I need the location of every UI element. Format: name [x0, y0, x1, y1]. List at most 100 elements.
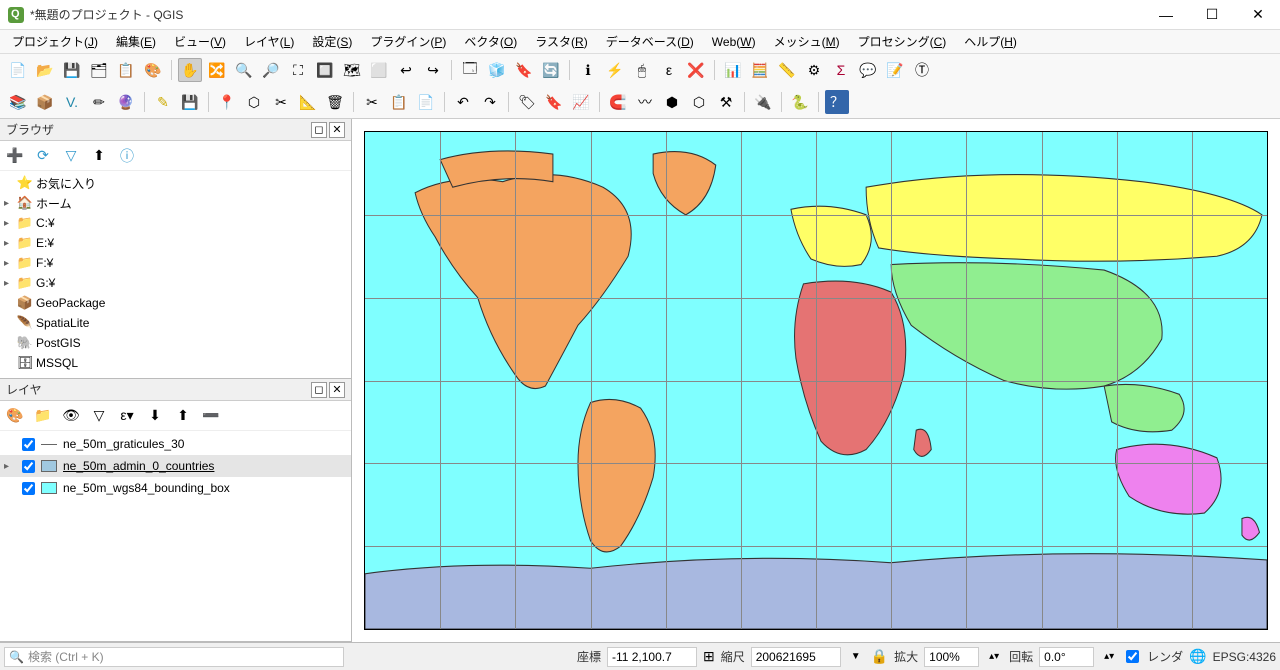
filter-legend-button[interactable]: ▽ [88, 405, 110, 427]
refresh-button[interactable]: 🔄 [539, 58, 563, 82]
scale-dropdown-icon[interactable]: ▼ [847, 651, 865, 662]
python-console-button[interactable]: 🐍 [788, 90, 812, 114]
toolbox-button[interactable]: ⚙ [802, 58, 826, 82]
zoom-last-button[interactable]: ↩ [394, 58, 418, 82]
modify-button[interactable]: ✂ [269, 90, 293, 114]
collapse-all-button[interactable]: ⬆ [88, 145, 110, 167]
panel-close-button[interactable]: ✕ [329, 122, 345, 138]
tracing-button[interactable]: 〰 [633, 90, 657, 114]
add-layer-button[interactable]: ➕ [4, 145, 26, 167]
identify-button[interactable]: ℹ [576, 58, 600, 82]
save-as-button[interactable]: 🗂 [87, 58, 111, 82]
vertex-tool-button[interactable]: ⬡ [242, 90, 266, 114]
lock-icon[interactable]: 🔒 [871, 648, 888, 665]
crs-label[interactable]: EPSG:4326 [1213, 650, 1276, 664]
layout-button[interactable]: 📋 [114, 58, 138, 82]
new-bookmark-button[interactable]: 🔖 [512, 58, 536, 82]
save-project-button[interactable]: 💾 [60, 58, 84, 82]
browser-item[interactable]: 📦GeoPackage [0, 293, 351, 313]
open-project-button[interactable]: 📂 [33, 58, 57, 82]
filter-browser-button[interactable]: ▽ [60, 145, 82, 167]
zoom-out-button[interactable]: 🔎 [259, 58, 283, 82]
open-layer-styling-button[interactable]: 🎨 [4, 405, 26, 427]
select-expression-button[interactable]: ε [657, 58, 681, 82]
panel-float-button[interactable]: ◻ [311, 122, 327, 138]
refresh-browser-button[interactable]: ⟳ [32, 145, 54, 167]
browser-item[interactable]: 🐘PostGIS [0, 333, 351, 353]
avoid-button[interactable]: ⬡ [687, 90, 711, 114]
attribute-table-button[interactable]: 📊 [721, 58, 745, 82]
browser-item[interactable]: 🗄MSSQL [0, 353, 351, 373]
menu-プロジェクト[interactable]: プロジェクト(J) [4, 30, 106, 53]
menu-ヘルプ[interactable]: ヘルプ(H) [956, 30, 1025, 53]
undo-button[interactable]: ↶ [451, 90, 475, 114]
menu-プラグイン[interactable]: プラグイン(P) [362, 30, 454, 53]
layers-tree[interactable]: ne_50m_graticules_30▸ne_50m_admin_0_coun… [0, 431, 351, 641]
menu-ベクタ[interactable]: ベクタ(O) [456, 30, 525, 53]
browser-item[interactable]: ▸🏠ホーム [0, 193, 351, 213]
magnify-spinner-icon[interactable]: ▴▾ [985, 651, 1003, 662]
help-button[interactable]: ？ [825, 90, 849, 114]
diagram-button[interactable]: 📈 [569, 90, 593, 114]
new-virtual-layer-button[interactable]: 🔮 [114, 90, 138, 114]
magnify-field[interactable]: 100% [924, 647, 979, 667]
pan-to-selection-button[interactable]: 🔀 [205, 58, 229, 82]
zoom-full-button[interactable]: ⛶ [286, 58, 310, 82]
browser-item[interactable]: 🪶SpatiaLite [0, 313, 351, 333]
label-button[interactable]: 🏷 [515, 90, 539, 114]
measure-button[interactable]: 📏 [775, 58, 799, 82]
rotation-field[interactable]: 0.0° [1039, 647, 1094, 667]
paste-button[interactable]: 📄 [414, 90, 438, 114]
new-map-view-button[interactable]: 🗔 [458, 58, 482, 82]
extents-icon[interactable]: ⊞ [703, 648, 715, 665]
zoom-next-button[interactable]: ↪ [421, 58, 445, 82]
layer-visibility-checkbox[interactable] [22, 460, 35, 473]
copy-button[interactable]: 📋 [387, 90, 411, 114]
add-group-button[interactable]: 📁 [32, 405, 54, 427]
geopackage-button[interactable]: 📦 [33, 90, 57, 114]
pan-button[interactable]: ✋ [178, 58, 202, 82]
deselect-button[interactable]: ❌ [684, 58, 708, 82]
vector-layer-button[interactable]: V. [60, 90, 84, 114]
browser-item[interactable]: ▸📁G:¥ [0, 273, 351, 293]
topology-button[interactable]: ⬢ [660, 90, 684, 114]
menu-Web[interactable]: Web(W) [704, 32, 764, 52]
advanced-button[interactable]: ⚒ [714, 90, 738, 114]
menu-ビュー[interactable]: ビュー(V) [166, 30, 234, 53]
browser-tree[interactable]: ⭐お気に入り▸🏠ホーム▸📁C:¥▸📁E:¥▸📁F:¥▸📁G:¥📦GeoPacka… [0, 171, 351, 378]
layer-item[interactable]: ne_50m_wgs84_bounding_box [0, 477, 351, 499]
menu-編集[interactable]: 編集(E) [108, 30, 164, 53]
menu-プロセシング[interactable]: プロセシング(C) [850, 30, 955, 53]
render-checkbox[interactable] [1126, 650, 1139, 663]
browser-item[interactable]: ▸📁C:¥ [0, 213, 351, 233]
browser-item[interactable]: ▸📁F:¥ [0, 253, 351, 273]
statistics-button[interactable]: Σ [829, 58, 853, 82]
maptips-button[interactable]: 💬 [856, 58, 880, 82]
zoom-native-button[interactable]: ⬜ [367, 58, 391, 82]
cut-button[interactable]: ✂ [360, 90, 384, 114]
menu-メッシュ[interactable]: メッシュ(M) [766, 30, 848, 53]
expression-filter-button[interactable]: ε▾ [116, 405, 138, 427]
edit-button[interactable]: ✎ [151, 90, 175, 114]
plugin-button[interactable]: 🔌 [751, 90, 775, 114]
save-edits-button[interactable]: 💾 [178, 90, 202, 114]
browser-item[interactable]: ⭐お気に入り [0, 173, 351, 193]
text-annotation-button[interactable]: Ⓣ [910, 58, 934, 82]
expand-all-button[interactable]: ⬇ [144, 405, 166, 427]
layer-item[interactable]: ▸ne_50m_admin_0_countries [0, 455, 351, 477]
maximize-button[interactable]: ☐ [1198, 4, 1226, 26]
new-3d-view-button[interactable]: 🧊 [485, 58, 509, 82]
menu-データベース[interactable]: データベース(D) [598, 30, 702, 53]
menu-設定[interactable]: 設定(S) [304, 30, 360, 53]
minimize-button[interactable]: — [1152, 4, 1180, 26]
menu-ラスタ[interactable]: ラスタ(R) [527, 30, 595, 53]
crs-icon[interactable]: 🌐 [1189, 648, 1206, 665]
panel-float-button[interactable]: ◻ [311, 382, 327, 398]
action-button[interactable]: ⚡ [603, 58, 627, 82]
properties-button[interactable]: ⓘ [116, 145, 138, 167]
coord-field[interactable]: -11 2,100.7 [607, 647, 697, 667]
delete-button[interactable]: 🗑 [323, 90, 347, 114]
zoom-selection-button[interactable]: 🔲 [313, 58, 337, 82]
snapping-button[interactable]: 🧲 [606, 90, 630, 114]
zoom-in-button[interactable]: 🔍 [232, 58, 256, 82]
